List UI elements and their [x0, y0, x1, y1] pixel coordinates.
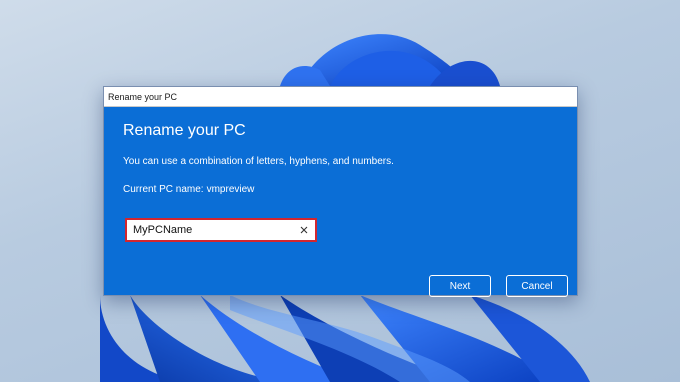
- current-pc-name-value: vmpreview: [206, 184, 255, 195]
- dialog-heading: Rename your PC: [123, 122, 246, 139]
- current-pc-name: Current PC name: vmpreview: [123, 184, 257, 195]
- cancel-button[interactable]: Cancel: [506, 275, 568, 297]
- pc-name-input[interactable]: [127, 220, 297, 240]
- rename-pc-dialog: Rename your PC Rename your PC You can us…: [103, 86, 578, 297]
- next-button[interactable]: Next: [429, 275, 491, 297]
- desktop: Rename your PC Rename your PC You can us…: [0, 0, 680, 382]
- close-icon[interactable]: [297, 223, 311, 237]
- dialog-titlebar: Rename your PC: [104, 87, 577, 107]
- current-pc-name-label: Current PC name:: [123, 184, 204, 195]
- dialog-description: You can use a combination of letters, hy…: [123, 156, 394, 167]
- window-title: Rename your PC: [108, 91, 178, 102]
- dialog-content: Rename your PC You can use a combination…: [104, 107, 577, 297]
- pc-name-field[interactable]: [125, 218, 317, 242]
